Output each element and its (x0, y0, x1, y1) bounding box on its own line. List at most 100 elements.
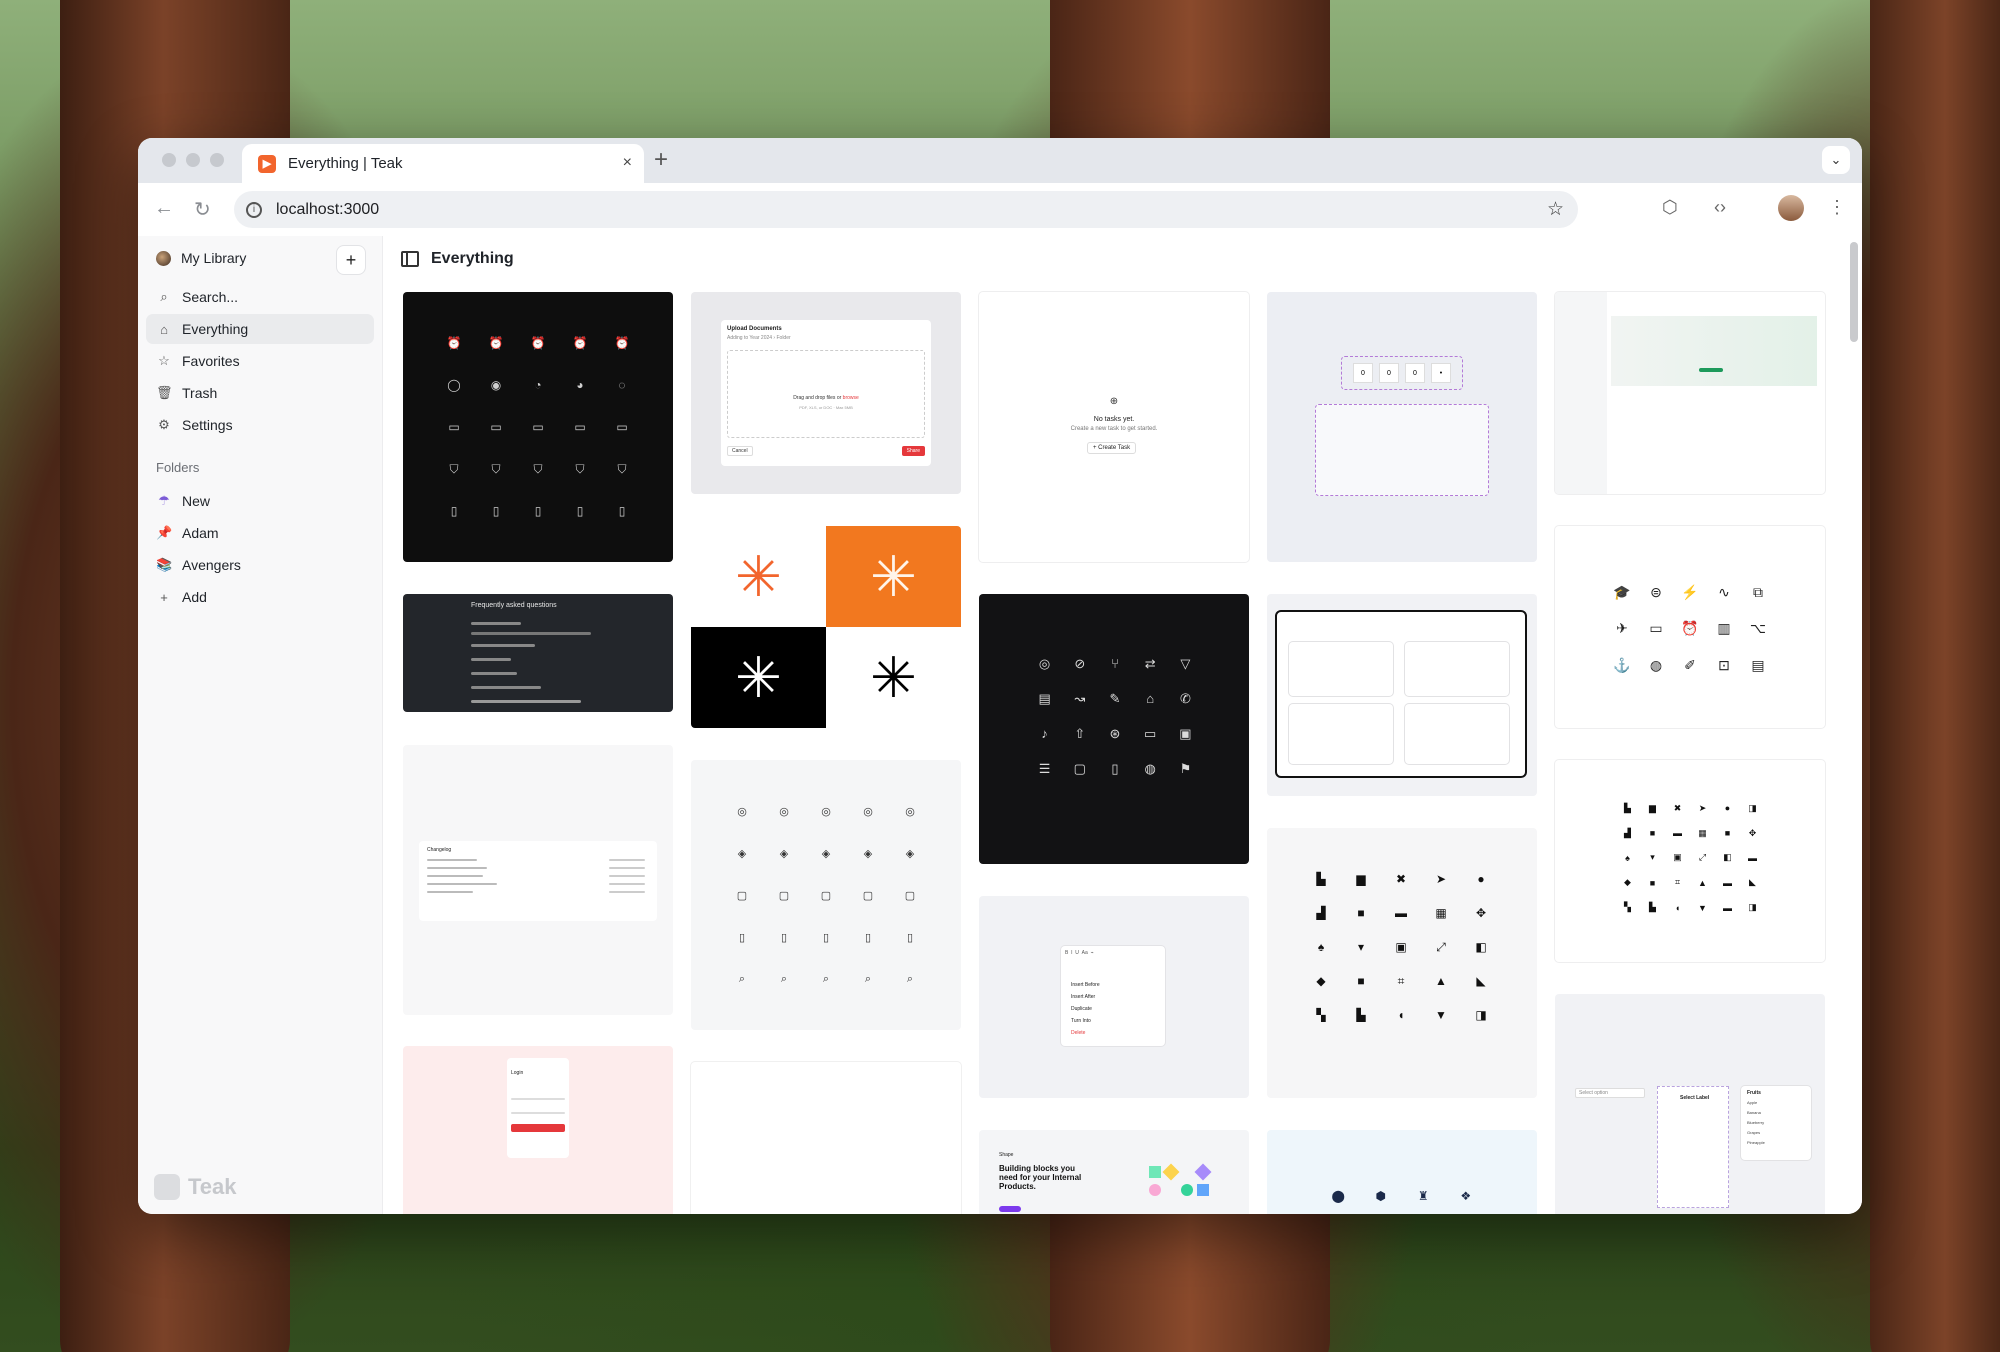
card-line-icons[interactable]: 🎓 ⊜ ⚡ ∿ ⧉ ✈ ▭ ⏰ ▥ ⌥ ⚓ ◍ ✐ ⊡ ▤ (1555, 526, 1825, 728)
card-select[interactable]: Select option Select Label Fruits Apple … (1555, 994, 1825, 1214)
drop-hint: PDF, XLS, or DOC · Max 5MB (799, 405, 853, 410)
cancel-button: Cancel (727, 446, 753, 456)
page-title: Everything (431, 250, 514, 267)
folder-item-new[interactable]: ☂ New (146, 486, 374, 516)
library-switcher[interactable]: My Library (156, 250, 246, 266)
card-asterisk-tiles[interactable]: ✳ ✳ ✳ ✳ (691, 526, 961, 728)
card-small-black-icons[interactable]: ▙ ▆ ✖ ➤ ● ◨ ▟ ■ ▬ ▦ ■ ✥ ♠ ▾ ▣ ⤢ ◧ ▬ ◆ ■ ⌗ ▲ ▬ ◣ ▚ ▙ ◖ ▼ ▬ ◨ (1555, 760, 1825, 962)
folder-item-adam[interactable]: 📌 Adam (146, 518, 374, 548)
sidebar-item-label: Favorites (182, 353, 240, 369)
card-dark-icon-grid[interactable]: ⏰ ⏰ ⏰ ⏰ ⏰ ◯ ◉ ◔ ◕ ◌ ▭ ▭ ▭ ▭ ▭ ⛉ ⛉ ⛉ ⛉ ⛉ ▯ ▯ ▯ ▯ ▯ (403, 292, 673, 562)
icon-grid: ▙ ▆ ✖ ➤ ● ▟ ■ ▬ ▦ ✥ ♠ ▾ ▣ ⤢ ◧ ◆ ■ ⌗ ▲ ◣ ▚ ▙ ◖ ▼ ◨ (1316, 872, 1487, 1022)
trash-icon: 🗑 (156, 385, 173, 400)
otp-row: 0 0 0 • (1341, 356, 1463, 390)
search-icon: ⌕ (160, 289, 168, 304)
otp-grid (1315, 404, 1489, 496)
back-button[interactable]: ← (154, 197, 174, 220)
new-tab-button[interactable]: + (654, 146, 668, 174)
brand-name: Teak (188, 1174, 237, 1199)
sidebar-item-settings[interactable]: ⚙ Settings (146, 410, 374, 440)
sidebar-item-label: Settings (182, 417, 233, 433)
sidebar-item-search[interactable]: ⌕ Search... (146, 282, 374, 312)
folder-label: Add (182, 589, 207, 605)
card-upload-documents[interactable]: Upload Documents Adding to Year 2024 › F… (691, 292, 961, 494)
card-blank[interactable] (691, 1062, 961, 1214)
select-dropdown: Select Label (1657, 1086, 1729, 1208)
task-icon: ⊕ (1109, 396, 1119, 407)
upload-title: Upload Documents (727, 326, 782, 332)
sidebar-item-trash[interactable]: 🗑 Trash (146, 378, 374, 408)
card-hero-landing[interactable]: Shape Building blocks you need for your … (979, 1130, 1249, 1214)
profile-avatar[interactable] (1778, 195, 1804, 221)
sidebar: My Library + ⌕ Search... ⌂ Everything ☆ … (138, 236, 383, 1214)
hero-tile (1197, 1184, 1209, 1196)
hero-brand: Shape (999, 1152, 1014, 1158)
block-menu-panel: B I U Aa ⌁ Insert Before Insert After Du… (1061, 946, 1165, 1046)
asterisk-icon: ✳ (826, 526, 961, 627)
hero-tile (1149, 1166, 1161, 1178)
folder-item-avengers[interactable]: 📚 Avengers (146, 550, 374, 580)
tab-search-button[interactable]: ⌄ (1822, 146, 1850, 174)
tasks-subtitle: Create a new task to get started. (1070, 426, 1158, 432)
dashboard-sidebar (1555, 292, 1607, 494)
dashboard-cta (1699, 368, 1723, 372)
sidebar-toggle-icon[interactable] (401, 251, 419, 267)
address-bar-row: ← ↻ i localhost:3000 ☆ ⬡ ‹› ⋮ (138, 183, 1862, 237)
card-testimonials[interactable] (1267, 594, 1537, 796)
settings-icon: ⚙ (158, 417, 170, 432)
window-controls[interactable] (162, 153, 224, 167)
plus-icon: + (160, 589, 168, 605)
url-text: localhost:3000 (276, 200, 380, 218)
card-changelog[interactable]: Changelog (403, 745, 673, 1015)
faq-title: Frequently asked questions (471, 602, 557, 609)
teak-logo-icon (154, 1174, 180, 1200)
add-card-button[interactable]: + (337, 246, 365, 274)
sidebar-item-everything[interactable]: ⌂ Everything (146, 314, 374, 344)
devtools-icon[interactable]: ‹› (1714, 197, 1726, 218)
card-otp-input[interactable]: 0 0 0 • (1267, 292, 1537, 562)
reload-button[interactable]: ↻ (194, 197, 211, 222)
card-block-menu[interactable]: B I U Aa ⌁ Insert Before Insert After Du… (979, 896, 1249, 1098)
card-dark-icon-set[interactable]: ◎ ⊘ ⑂ ⇄ ▽ ▤ ↝ ✎ ⌂ ✆ ♪ ⇧ ⊛ ▭ ▣ ☰ ▢ ▯ ◍ ⚑ (979, 594, 1249, 864)
close-tab-icon[interactable]: × (623, 154, 632, 172)
bookmark-star-icon[interactable]: ☆ (1547, 198, 1564, 221)
site-info-icon[interactable]: i (246, 201, 262, 218)
icon-grid: ▙ ▆ ✖ ➤ ● ◨ ▟ ■ ▬ ▦ ■ ✥ ♠ ▾ ▣ ⤢ ◧ ▬ ◆ ■ ⌗ ▲ ▬ ◣ ▚ ▙ ◖ ▼ ▬ ◨ (1624, 802, 1757, 913)
login-title: Login (511, 1070, 524, 1076)
select-label: Select Label (1680, 1095, 1710, 1101)
card-black-icon-grid[interactable]: ▙ ▆ ✖ ➤ ● ▟ ■ ▬ ▦ ✥ ♠ ▾ ▣ ⤢ ◧ ◆ ■ ⌗ ▲ ◣ ▚ ▙ ◖ ▼ ◨ (1267, 828, 1537, 1098)
pin-icon: 📌 (156, 525, 173, 540)
share-button: Share (901, 446, 925, 456)
icon-grid: ⏰ ⏰ ⏰ ⏰ ⏰ ◯ ◉ ◔ ◕ ◌ ▭ ▭ ▭ ▭ ▭ ⛉ ⛉ ⛉ ⛉ ⛉ ▯ ▯ ▯ ▯ ▯ (446, 336, 630, 518)
card-no-tasks[interactable]: ⊕ No tasks yet. Create a new task to get… (979, 292, 1249, 562)
card-faq[interactable]: Frequently asked questions (403, 594, 673, 712)
icon-grid: ⬤ ⬢ ♜ ❖ (1331, 1189, 1472, 1203)
hero-tile (1181, 1184, 1193, 1196)
card-login[interactable]: Login (403, 1046, 673, 1214)
books-icon: 📚 (156, 557, 173, 572)
card-dashboard[interactable] (1555, 292, 1825, 494)
browser-menu-icon[interactable]: ⋮ (1828, 197, 1846, 218)
add-folder-button[interactable]: + Add (146, 582, 374, 612)
sidebar-item-label: Search... (182, 289, 239, 305)
icon-grid: ◎ ⊘ ⑂ ⇄ ▽ ▤ ↝ ✎ ⌂ ✆ ♪ ⇧ ⊛ ▭ ▣ ☰ ▢ ▯ ◍ ⚑ (1038, 655, 1192, 776)
tree-trunk (1870, 0, 2000, 1352)
card-navy-icons[interactable]: ⬤ ⬢ ♜ ❖ (1267, 1130, 1537, 1214)
icon-grid: 🎓 ⊜ ⚡ ∿ ⧉ ✈ ▭ ⏰ ▥ ⌥ ⚓ ◍ ✐ ⊡ ▤ (1613, 583, 1767, 674)
sidebar-item-favorites[interactable]: ☆ Favorites (146, 346, 374, 376)
library-name: My Library (181, 250, 247, 266)
teak-brand: Teak (154, 1174, 237, 1200)
card-light-icon-grid[interactable]: ◎ ◎ ◎ ◎ ◎ ◈ ◈ ◈ ◈ ◈ ▢ ▢ ▢ ▢ ▢ ▯ ▯ ▯ ▯ ▯ ⌕ ⌕ ⌕ ⌕ ⌕ (691, 760, 961, 1030)
address-bar[interactable]: i localhost:3000 ☆ (234, 191, 1578, 228)
browser-window: ▶ Everything | Teak × + ⌄ ← ↻ i localhos… (138, 138, 1862, 1214)
dashboard-banner (1611, 316, 1817, 386)
fruits-list: Fruits Apple Banana Blueberry Grapes Pin… (1741, 1086, 1811, 1160)
asterisk-icon: ✳ (826, 627, 961, 728)
menu-item: Duplicate (1071, 1006, 1092, 1012)
active-tab[interactable]: ▶ Everything | Teak × (242, 144, 644, 183)
upload-dialog: Upload Documents Adding to Year 2024 › F… (721, 320, 931, 466)
menu-item: Turn Into (1071, 1018, 1091, 1024)
login-panel: Login (507, 1058, 569, 1158)
extensions-icon[interactable]: ⬡ (1662, 197, 1678, 218)
scrollbar[interactable] (1850, 242, 1858, 342)
